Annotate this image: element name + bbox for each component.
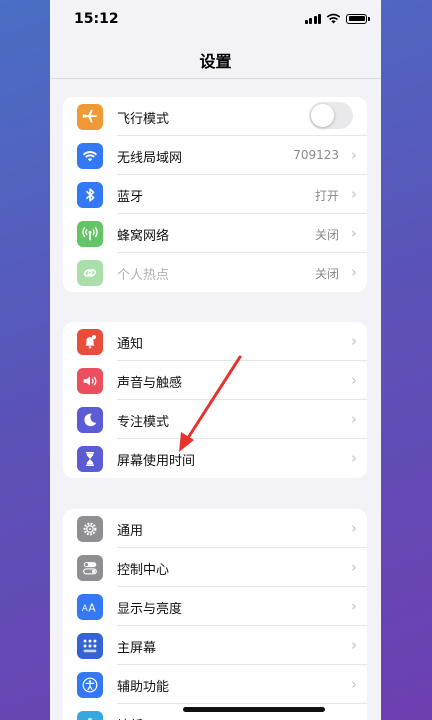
annotation-arrow bbox=[179, 355, 242, 452]
settings-screen: 15:12 设置 飞行模式 无线局域网 709123 › 蓝牙 打开 › 蜂窝网… bbox=[50, 0, 381, 720]
home-indicator[interactable] bbox=[183, 707, 325, 712]
